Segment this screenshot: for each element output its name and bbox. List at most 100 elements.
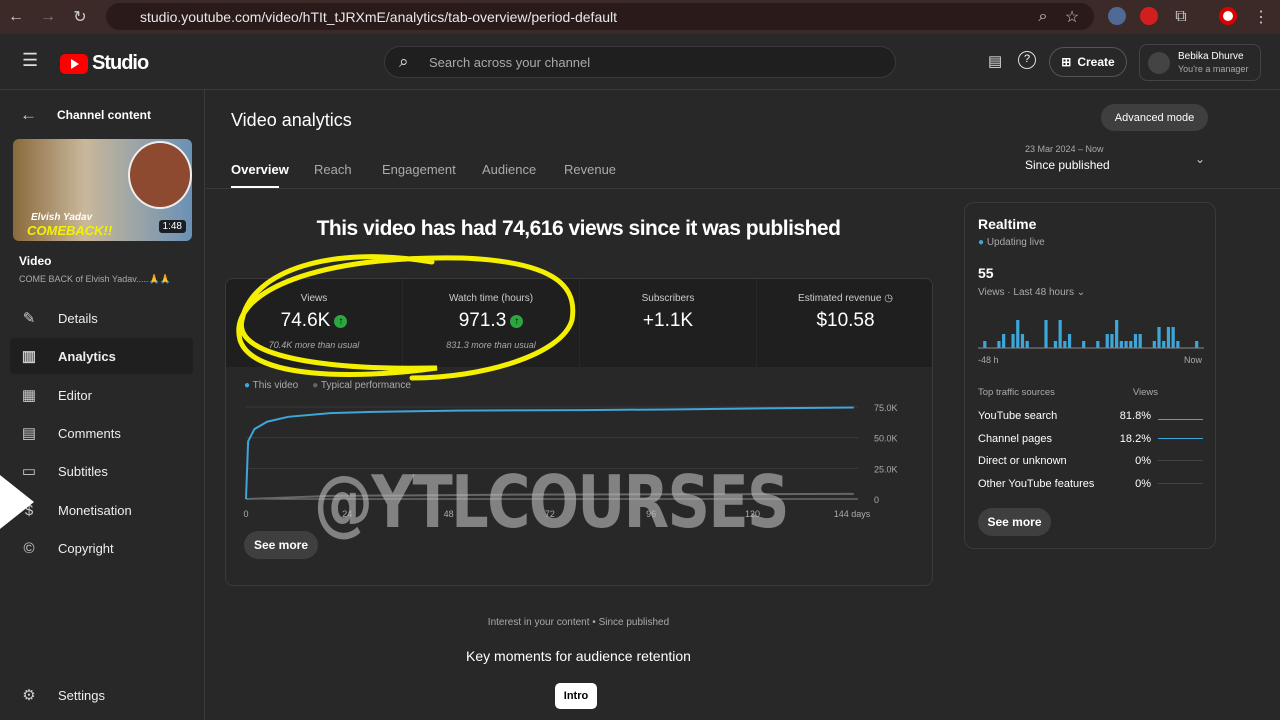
menu-icon[interactable]: ⋮ xyxy=(1245,7,1277,27)
sidebar-item-details[interactable]: ✎ Details xyxy=(10,300,193,336)
metric-revenue[interactable]: Estimated revenue ◷ $10.58 xyxy=(757,279,932,367)
comment-icon: ▤ xyxy=(21,425,37,442)
headline: This video has had 74,616 views since it… xyxy=(316,217,841,240)
sidebar-item-editor[interactable]: ▦ Editor xyxy=(10,377,193,413)
traffic-source-row: Direct or unknown 0% xyxy=(978,455,1203,467)
star-icon[interactable]: ☆ xyxy=(1056,7,1088,27)
create-button[interactable]: ⊞ Create xyxy=(1049,47,1127,77)
search-placeholder: Search across your channel xyxy=(429,54,591,70)
interest-caption: Interest in your content • Since publish… xyxy=(487,617,670,628)
realtime-bar xyxy=(1096,341,1100,348)
see-more-button[interactable]: See more xyxy=(244,531,318,559)
sidebar-item-label: Subtitles xyxy=(58,463,108,479)
sidebar-item-copyright[interactable]: © Copyright xyxy=(10,530,193,566)
help-icon[interactable]: ? xyxy=(1018,51,1036,69)
axis-start: -48 h xyxy=(978,355,999,365)
reload-icon[interactable]: ↻ xyxy=(64,7,96,27)
back-icon[interactable]: ← xyxy=(0,8,32,26)
tab-revenue[interactable]: Revenue xyxy=(564,162,616,177)
video-title: COME BACK of Elvish Yadav.....🙏🙏 xyxy=(19,274,171,284)
address-bar[interactable]: studio.youtube.com/video/hTIt_tJRXmE/ana… xyxy=(106,3,1094,30)
video-duration: 1:48 xyxy=(158,220,186,233)
account-name: Bebika Dhurve xyxy=(1178,51,1244,62)
source-name: YouTube search xyxy=(978,410,1058,422)
traffic-header: Top traffic sources Views xyxy=(978,387,1203,398)
sidebar-item-comments[interactable]: ▤ Comments xyxy=(10,415,193,451)
source-pct: 0% xyxy=(1135,477,1151,490)
feedback-icon[interactable]: ▤ xyxy=(988,52,1002,70)
source-name: Channel pages xyxy=(978,432,1053,445)
realtime-bar xyxy=(1067,334,1072,348)
traffic-source-row: YouTube search 81.8% xyxy=(978,410,1203,422)
extensions-icon[interactable]: ⧉ xyxy=(1165,8,1197,26)
realtime-bar xyxy=(1124,341,1128,348)
film-icon: ▦ xyxy=(21,387,37,404)
tab-engagement[interactable]: Engagement xyxy=(382,162,456,177)
yellow-annotation-circle xyxy=(236,254,576,381)
key-moments-heading: Key moments for audience retention xyxy=(466,648,691,664)
thumbnail-inset-face xyxy=(128,141,192,209)
tabs-divider xyxy=(206,188,1280,189)
sidebar-item-analytics[interactable]: ▥ Analytics xyxy=(10,338,193,374)
main-content: Video analytics Advanced mode Overview R… xyxy=(206,90,1280,720)
realtime-bar xyxy=(1002,334,1006,348)
sidebar-item-subtitles[interactable]: ▭ Subtitles xyxy=(10,453,193,489)
y-tick-label: 75.0K xyxy=(874,403,898,413)
create-icon: ⊞ xyxy=(1061,55,1072,69)
sidebar-item-monetisation[interactable]: $ Monetisation xyxy=(10,492,193,528)
axis-end: Now xyxy=(1183,355,1202,365)
copyright-icon: © xyxy=(23,539,35,557)
intro-label: Intro xyxy=(563,690,589,702)
sidebar-item-label: Details xyxy=(58,310,98,326)
period-selector[interactable]: 23 Mar 2024 – Now Since published ⌄ xyxy=(1025,144,1205,172)
video-heading: Video xyxy=(19,254,52,268)
tab-audience[interactable]: Audience xyxy=(482,162,536,177)
hamburger-icon[interactable]: ☰ xyxy=(22,50,38,71)
profile-icon[interactable] xyxy=(1219,7,1237,25)
y-tick-label: 0 xyxy=(874,495,879,505)
chevron-down-icon: ⌄ xyxy=(1076,287,1086,298)
youtube-logo-icon xyxy=(60,53,88,74)
traffic-source-row: Channel pages 18.2% xyxy=(978,433,1203,445)
tab-overview[interactable]: Overview xyxy=(231,162,289,177)
back-to-channel-content[interactable]: ← Channel content xyxy=(20,105,151,125)
metric-value: $10.58 xyxy=(816,310,875,331)
realtime-bar xyxy=(1082,341,1086,348)
chevron-down-icon: ⌄ xyxy=(1194,152,1205,166)
advanced-mode-button[interactable]: Advanced mode xyxy=(1101,104,1208,131)
extension-hand-icon[interactable] xyxy=(1140,7,1158,25)
sidebar-item-label: Editor xyxy=(58,387,92,403)
video-thumbnail[interactable]: Elvish Yadav COMEBACK!! 1:48 xyxy=(13,139,192,241)
metric-subscribers[interactable]: Subscribers +1.1K xyxy=(580,279,757,367)
forward-icon[interactable]: → xyxy=(32,8,64,26)
realtime-bar xyxy=(1025,341,1029,348)
account-switcher[interactable]: Bebika Dhurve You're a manager xyxy=(1139,44,1261,81)
realtime-see-more-button[interactable]: See more xyxy=(978,508,1051,536)
realtime-bar xyxy=(1119,341,1123,348)
realtime-period-dropdown[interactable]: Views · Last 48 hours ⌄ xyxy=(978,287,1085,298)
source-pct: 18.2% xyxy=(1119,432,1151,445)
search-input[interactable]: ⌕ Search across your channel xyxy=(384,46,896,78)
browser-toolbar: ← → ↻ studio.youtube.com/video/hTIt_tJRX… xyxy=(0,0,1280,34)
extension-cursor-icon[interactable] xyxy=(1108,7,1126,25)
realtime-bar-chart xyxy=(978,320,1204,349)
zoom-icon[interactable]: ⌕ xyxy=(1027,8,1059,26)
source-name: Other YouTube features xyxy=(978,477,1095,490)
realtime-bar xyxy=(1053,341,1058,348)
sidebar-item-label: Analytics xyxy=(58,348,116,364)
tab-reach[interactable]: Reach xyxy=(314,162,352,177)
realtime-bar xyxy=(1020,334,1025,348)
realtime-count: 55 xyxy=(978,265,994,281)
realtime-bar xyxy=(1176,341,1180,348)
intro-chip[interactable]: Intro xyxy=(555,683,597,709)
sidebar-item-settings[interactable]: ⚙ Settings xyxy=(10,677,193,713)
studio-logo[interactable]: Studio xyxy=(60,52,149,75)
realtime-bar xyxy=(997,341,1001,348)
advanced-mode-label: Advanced mode xyxy=(1114,111,1195,124)
sidebar-item-label: Copyright xyxy=(58,540,114,556)
sidebar-item-label: Settings xyxy=(58,687,105,703)
studio-header: ☰ Studio ⌕ Search across your channel ▤ ?… xyxy=(0,34,1280,90)
sidebar-item-label: Comments xyxy=(58,425,121,441)
page-title: Video analytics xyxy=(231,110,352,130)
avatar xyxy=(1148,51,1170,74)
